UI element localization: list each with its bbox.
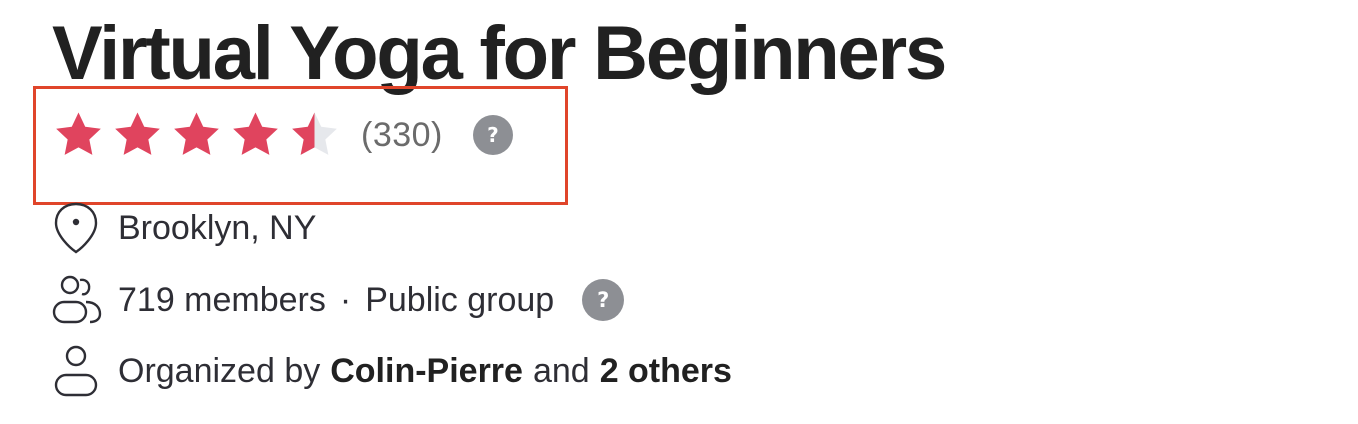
star-icon-3: [174, 112, 219, 155]
rating-count[interactable]: (330): [361, 116, 443, 155]
location-text: Brooklyn, NY: [118, 208, 317, 247]
rating-row[interactable]: (330) ?: [52, 110, 513, 160]
star-icon-1: [56, 112, 101, 155]
organizer-connector: and: [532, 351, 590, 390]
star-rating: [52, 109, 341, 161]
map-pin-icon: [54, 202, 98, 254]
star-icon-4: [233, 112, 278, 155]
organizer-prefix: Organized by: [118, 351, 321, 390]
group-header: Virtual Yoga for Beginners (330) ? Brook…: [0, 0, 1358, 424]
organizer-name[interactable]: Colin-Pierre: [330, 352, 523, 391]
members-count[interactable]: 719 members: [118, 281, 326, 320]
privacy-help-icon[interactable]: ?: [582, 279, 625, 321]
half-star-icon: [292, 112, 337, 155]
person-icon: [54, 345, 98, 397]
separator-dot: ·: [339, 280, 352, 319]
organizer-row: Organized by Colin-Pierre and 2 others: [50, 343, 732, 399]
members-icon: [52, 275, 102, 324]
group-privacy: Public group: [365, 280, 555, 319]
organizer-others[interactable]: 2 others: [600, 352, 732, 391]
location-row: Brooklyn, NY: [50, 200, 316, 256]
rating-help-icon[interactable]: ?: [472, 115, 513, 155]
star-icon-2: [115, 112, 160, 155]
members-row: 719 members · Public group ?: [50, 272, 625, 328]
